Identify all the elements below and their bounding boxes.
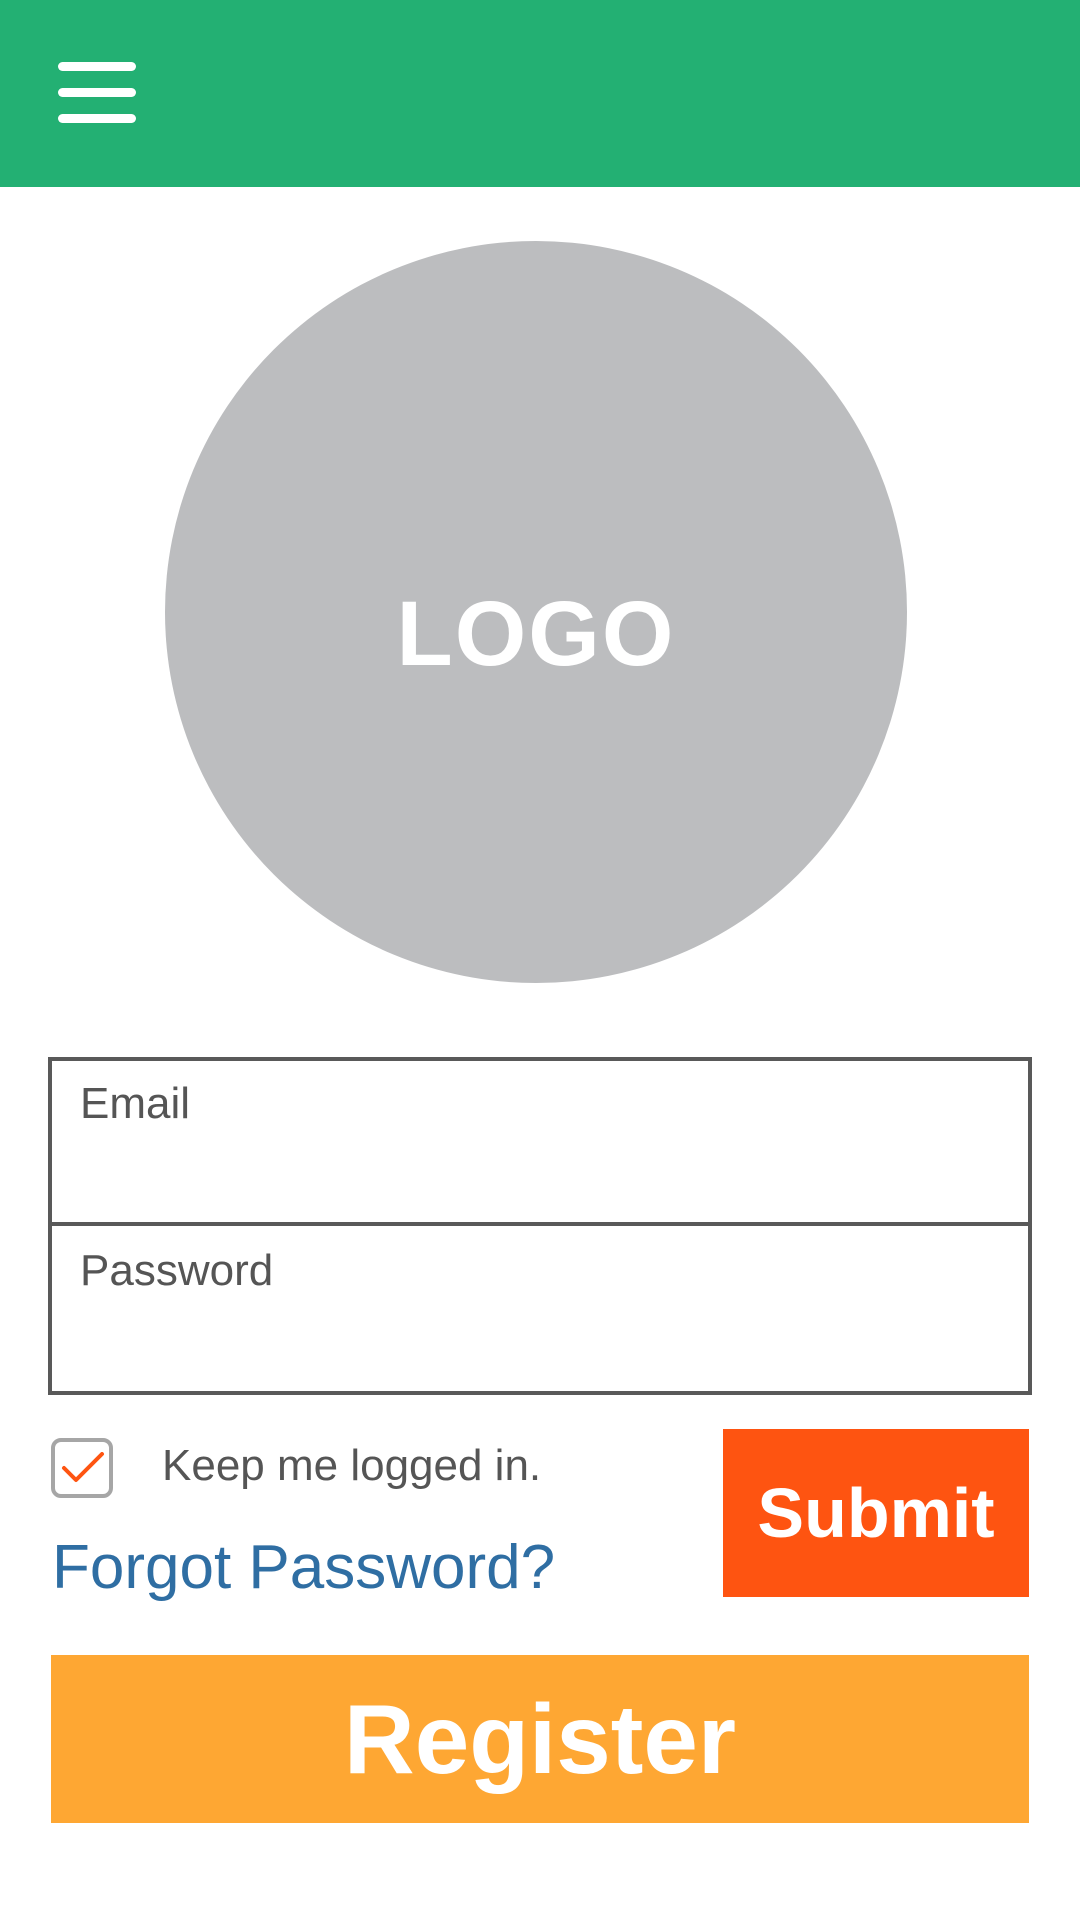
login-form: Email Password xyxy=(48,1057,1032,1395)
submit-button[interactable]: Submit xyxy=(723,1429,1029,1597)
password-field[interactable]: Password xyxy=(52,1228,1028,1393)
password-label: Password xyxy=(80,1246,274,1295)
menu-line xyxy=(58,62,136,71)
login-screen: LOGO Email Password Keep me logged in. F… xyxy=(0,0,1080,1920)
checkmark-icon xyxy=(62,1452,104,1482)
email-label: Email xyxy=(80,1079,191,1128)
logo-placeholder: LOGO xyxy=(165,241,907,983)
keep-logged-in-label: Keep me logged in. xyxy=(162,1441,542,1490)
register-button[interactable]: Register xyxy=(51,1655,1029,1823)
logo-text: LOGO xyxy=(396,582,676,685)
hamburger-menu-icon[interactable] xyxy=(54,58,140,130)
email-field[interactable]: Email xyxy=(52,1061,1028,1226)
app-header xyxy=(0,0,1080,187)
menu-line xyxy=(58,88,136,97)
keep-logged-in-checkbox[interactable] xyxy=(51,1438,113,1498)
forgot-password-link[interactable]: Forgot Password? xyxy=(52,1532,555,1603)
menu-line xyxy=(58,114,136,123)
